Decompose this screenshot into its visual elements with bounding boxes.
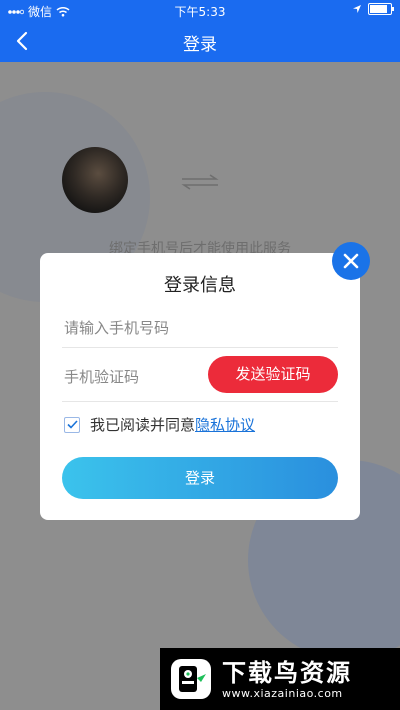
phone-input[interactable] [62, 309, 342, 347]
avatar [62, 147, 128, 213]
agree-text: 我已阅读并同意 [90, 416, 196, 434]
status-bar: 微信 下午5:33 [0, 0, 400, 20]
dialog-title: 登录信息 [164, 275, 236, 296]
location-icon [353, 5, 361, 13]
login-dialog: 登录信息 发送验证码 我已阅读并同意隐私协议 登录 [40, 253, 360, 520]
page-title: 登录 [183, 35, 217, 55]
close-dialog-button[interactable] [332, 242, 370, 280]
login-button[interactable]: 登录 [62, 457, 338, 499]
bird-logo-icon [171, 659, 211, 699]
verification-code-input[interactable] [62, 359, 216, 395]
send-code-button[interactable]: 发送验证码 [208, 356, 338, 393]
watermark: 下载鸟资源 www.xiazainiao.com [160, 648, 400, 710]
watermark-title: 下载鸟资源 [222, 658, 352, 687]
swap-arrows-icon [181, 174, 219, 190]
agree-checkbox[interactable] [64, 416, 80, 433]
privacy-link[interactable]: 隐私协议 [195, 414, 255, 435]
watermark-url: www.xiazainiao.com [222, 686, 343, 700]
agreement-row: 我已阅读并同意 隐私协议 [64, 414, 255, 435]
check-icon [66, 420, 78, 429]
divider [62, 401, 338, 402]
battery-icon [368, 3, 394, 15]
watermark-text: 下载鸟资源 www.xiazainiao.com [222, 659, 352, 700]
battery-fill [370, 5, 387, 13]
status-right [352, 3, 394, 15]
nav-bar: 登录 [0, 20, 400, 62]
status-time: 下午5:33 [174, 5, 226, 19]
divider [62, 347, 338, 348]
close-icon [343, 253, 359, 269]
